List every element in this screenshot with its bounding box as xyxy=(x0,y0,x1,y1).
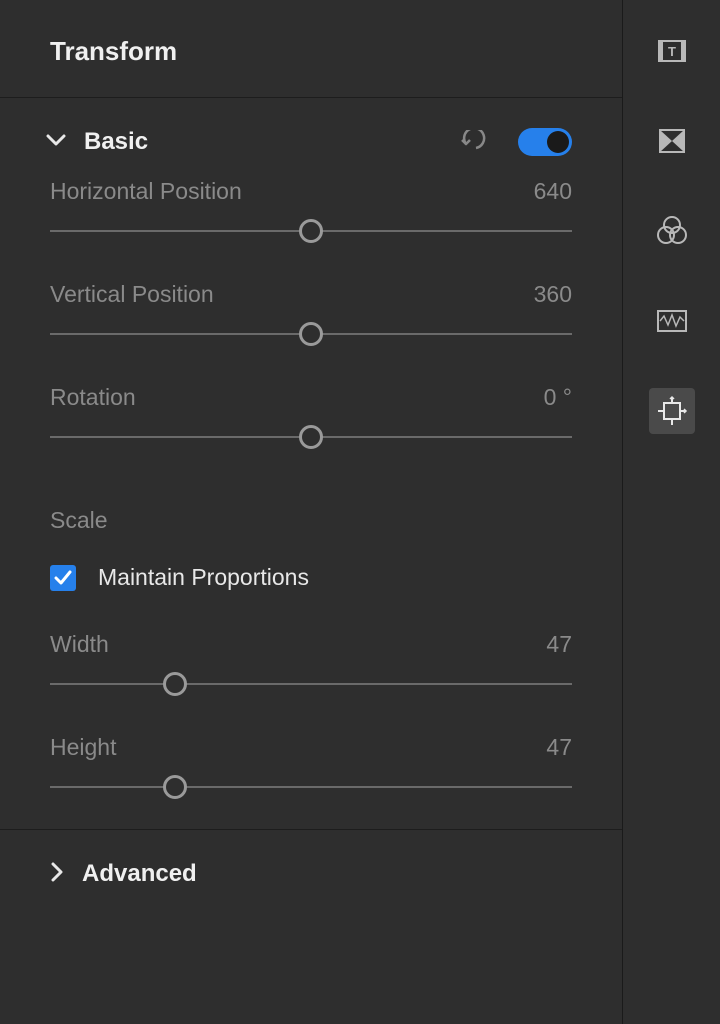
basic-section-body: Horizontal Position 640 Vertical Positio… xyxy=(0,178,622,829)
svg-text:T: T xyxy=(668,44,676,59)
chevron-down-icon[interactable] xyxy=(46,133,66,152)
sidebar-item-transform[interactable] xyxy=(649,388,695,434)
vertical-position-label: Vertical Position xyxy=(50,281,214,308)
slider-thumb[interactable] xyxy=(163,672,187,696)
vertical-position-control: Vertical Position 360 xyxy=(50,281,572,346)
vertical-position-value[interactable]: 360 xyxy=(534,281,572,308)
reset-icon[interactable] xyxy=(460,130,490,155)
sidebar-item-audio[interactable] xyxy=(649,298,695,344)
maintain-proportions-label: Maintain Proportions xyxy=(98,564,309,591)
rotation-control: Rotation 0 ° xyxy=(50,384,572,449)
advanced-section-header[interactable]: Advanced xyxy=(0,830,622,918)
width-value[interactable]: 47 xyxy=(546,631,572,658)
titles-icon: T xyxy=(657,37,687,65)
horizontal-position-label: Horizontal Position xyxy=(50,178,242,205)
rotation-slider[interactable] xyxy=(50,425,572,449)
rotation-value[interactable]: 0 ° xyxy=(544,384,572,411)
scale-heading: Scale xyxy=(50,507,572,534)
maintain-proportions-row: Maintain Proportions xyxy=(50,564,572,591)
transitions-icon xyxy=(657,127,687,155)
basic-enabled-toggle[interactable] xyxy=(518,128,572,156)
slider-thumb[interactable] xyxy=(299,425,323,449)
slider-thumb[interactable] xyxy=(299,322,323,346)
audio-icon xyxy=(656,309,688,333)
horizontal-position-value[interactable]: 640 xyxy=(534,178,572,205)
horizontal-position-control: Horizontal Position 640 xyxy=(50,178,572,243)
vertical-position-slider[interactable] xyxy=(50,322,572,346)
color-icon xyxy=(656,215,688,247)
transform-panel: Transform Basic Horizontal Position 640 xyxy=(0,0,623,1024)
width-slider[interactable] xyxy=(50,672,572,696)
basic-section-header: Basic xyxy=(0,98,622,178)
sidebar-item-color[interactable] xyxy=(649,208,695,254)
advanced-section-title: Advanced xyxy=(82,860,197,888)
transform-icon xyxy=(656,395,688,427)
horizontal-position-slider[interactable] xyxy=(50,219,572,243)
panel-header: Transform xyxy=(0,0,622,97)
width-control: Width 47 xyxy=(50,631,572,696)
slider-thumb[interactable] xyxy=(163,775,187,799)
slider-thumb[interactable] xyxy=(299,219,323,243)
sidebar: T xyxy=(623,0,720,1024)
sidebar-item-transitions[interactable] xyxy=(649,118,695,164)
toggle-knob xyxy=(547,131,569,153)
height-label: Height xyxy=(50,734,116,761)
height-value[interactable]: 47 xyxy=(546,734,572,761)
sidebar-item-titles[interactable]: T xyxy=(649,28,695,74)
chevron-right-icon xyxy=(50,862,64,887)
height-control: Height 47 xyxy=(50,734,572,799)
panel-title: Transform xyxy=(50,36,572,67)
height-slider[interactable] xyxy=(50,775,572,799)
width-label: Width xyxy=(50,631,109,658)
rotation-label: Rotation xyxy=(50,384,136,411)
basic-section-title: Basic xyxy=(84,128,148,156)
check-icon xyxy=(54,570,72,586)
maintain-proportions-checkbox[interactable] xyxy=(50,565,76,591)
